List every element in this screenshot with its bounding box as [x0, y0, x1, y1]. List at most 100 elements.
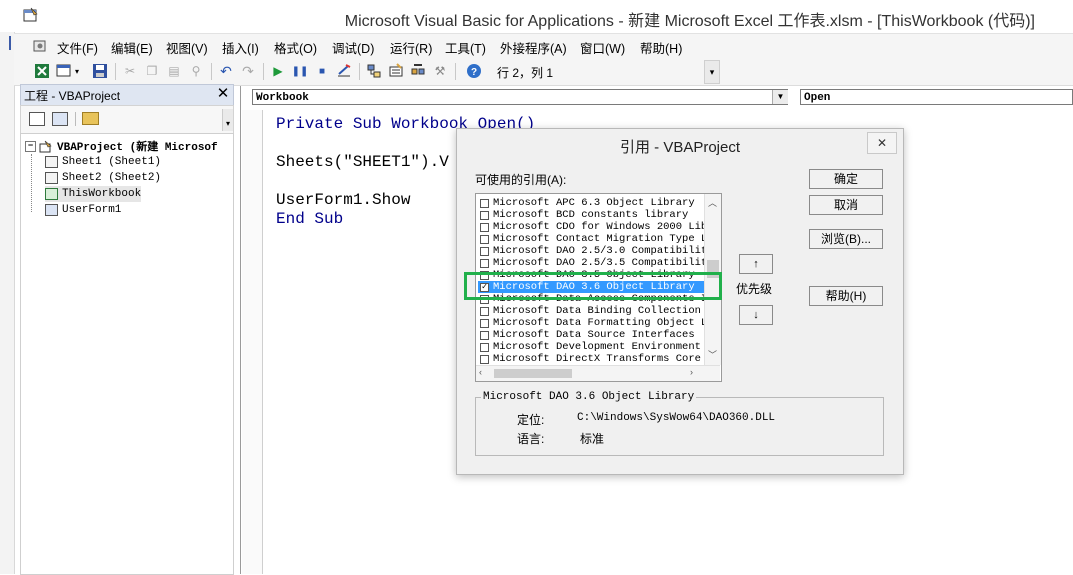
reference-label: Microsoft DirectX Transforms Core T	[493, 353, 704, 365]
cut-icon[interactable]: ✂	[122, 63, 138, 79]
scroll-down-icon[interactable]: ﹀	[708, 348, 717, 361]
view-code-icon[interactable]	[29, 112, 45, 126]
reference-item[interactable]: Microsoft Development Environment 8	[478, 341, 704, 353]
close-icon[interactable]: ✕	[867, 132, 897, 154]
edge-marker	[9, 36, 11, 50]
dropdown-arrow-icon[interactable]: ▾	[73, 63, 81, 79]
worksheet-icon	[45, 156, 58, 168]
checkbox-icon[interactable]	[480, 306, 489, 316]
tree-item-project-root[interactable]: − VBAProject (新建 Microsof	[25, 138, 218, 154]
dialog-title-bar: 引用 - VBAProject ✕	[457, 129, 903, 159]
scroll-left-icon[interactable]: ‹	[479, 367, 482, 377]
code-line[interactable]: End Sub	[276, 210, 343, 228]
reference-item[interactable]: Microsoft Data Formatting Object Li	[478, 317, 704, 329]
break-icon[interactable]: ❚❚	[292, 63, 309, 79]
toolbar-separator	[263, 63, 264, 80]
reference-item[interactable]: Microsoft BCD constants library	[478, 209, 704, 221]
ok-button[interactable]: 确定	[809, 169, 883, 189]
project-explorer-title: 工程 - VBAProject	[24, 89, 121, 103]
priority-down-button[interactable]: ↓	[739, 305, 773, 325]
code-line[interactable]: Sheets("SHEET1").V	[276, 153, 449, 171]
excel-view-icon[interactable]	[34, 63, 50, 79]
procedure-combobox[interactable]: Open	[800, 89, 1073, 105]
object-combobox[interactable]: Workbook	[252, 89, 788, 105]
close-icon[interactable]: ✕	[214, 85, 232, 103]
checkbox-icon[interactable]	[480, 354, 489, 364]
menu-addins[interactable]: 外接程序(A)	[500, 38, 567, 57]
design-mode-icon[interactable]	[336, 63, 352, 79]
properties-window-icon[interactable]	[388, 63, 404, 79]
checkbox-icon[interactable]	[480, 222, 489, 232]
menu-edit[interactable]: 编辑(E)	[111, 38, 153, 57]
chevron-down-icon[interactable]: ▼	[772, 90, 788, 104]
menu-help[interactable]: 帮助(H)	[640, 38, 682, 57]
run-icon[interactable]: ▶	[270, 63, 286, 79]
paste-icon[interactable]: ▤	[166, 63, 182, 79]
reference-item[interactable]: Microsoft DAO 2.5/3.0 Compatibility	[478, 245, 704, 257]
checkbox-icon[interactable]	[480, 342, 489, 352]
reference-item[interactable]: Microsoft Data Source Interfaces	[478, 329, 704, 341]
reference-item[interactable]: Microsoft Contact Migration Type Li	[478, 233, 704, 245]
reference-item[interactable]: Microsoft DAO 2.5/3.5 Compatibility	[478, 257, 704, 269]
undo-icon[interactable]: ↶	[218, 63, 234, 79]
checkbox-icon[interactable]	[480, 258, 489, 268]
checkbox-icon[interactable]	[480, 246, 489, 256]
menu-tools[interactable]: 工具(T)	[445, 38, 486, 57]
tree-item-thisworkbook[interactable]: ThisWorkbook	[45, 186, 142, 202]
browse-button[interactable]: 浏览(B)...	[809, 229, 883, 249]
checkbox-icon[interactable]	[480, 198, 489, 208]
menu-run[interactable]: 运行(R)	[390, 38, 432, 57]
redo-icon[interactable]: ↷	[240, 63, 256, 79]
find-icon[interactable]: ⚲	[188, 63, 204, 79]
insert-userform-icon[interactable]	[56, 63, 72, 79]
scrollbar-thumb[interactable]	[494, 369, 572, 378]
reference-item[interactable]: Microsoft DirectX Transforms Core T	[478, 353, 704, 365]
tree-item-userform1[interactable]: UserForm1	[45, 202, 121, 218]
checkbox-icon[interactable]	[480, 210, 489, 220]
vba-menu-icon[interactable]	[32, 38, 48, 54]
toolbar-overflow-icon[interactable]: ▾	[222, 109, 233, 131]
project-explorer-header: 工程 - VBAProject ✕	[20, 84, 234, 106]
reference-item[interactable]: Microsoft CDO for Windows 2000 Libr	[478, 221, 704, 233]
menu-window[interactable]: 窗口(W)	[580, 38, 625, 57]
reset-icon[interactable]: ■	[314, 63, 330, 79]
help-icon[interactable]: ?	[466, 63, 482, 79]
view-object-icon[interactable]	[52, 112, 68, 126]
tree-item-sheet2[interactable]: Sheet2 (Sheet2)	[45, 170, 161, 186]
toolbar-separator	[115, 63, 116, 80]
worksheet-icon	[45, 172, 58, 184]
menu-file[interactable]: 文件(F)	[57, 38, 98, 57]
copy-icon[interactable]: ❐	[144, 63, 160, 79]
checkbox-icon[interactable]	[480, 234, 489, 244]
code-line[interactable]: UserForm1.Show	[276, 191, 410, 209]
horizontal-scrollbar[interactable]: ‹ ›	[476, 365, 720, 381]
project-tree: − VBAProject (新建 Microsof Sheet1 (Sheet1…	[20, 133, 234, 575]
priority-up-button[interactable]: ↑	[739, 254, 773, 274]
object-browser-icon[interactable]	[410, 63, 426, 79]
menu-format[interactable]: 格式(O)	[274, 38, 317, 57]
save-icon[interactable]	[92, 63, 108, 79]
help-button[interactable]: 帮助(H)	[809, 286, 883, 306]
project-explorer-icon[interactable]	[366, 63, 382, 79]
highlight-box	[464, 272, 722, 300]
window-title: Microsoft Visual Basic for Applications …	[344, 13, 1035, 30]
reference-item[interactable]: Microsoft Data Binding Collection V	[478, 305, 704, 317]
scroll-up-icon[interactable]: ︿	[708, 196, 717, 209]
checkbox-icon[interactable]	[480, 318, 489, 328]
toolbox-icon[interactable]: ⚒	[432, 63, 448, 79]
toggle-folders-icon[interactable]	[82, 112, 99, 125]
menu-insert[interactable]: 插入(I)	[222, 38, 259, 57]
workbook-icon	[45, 188, 58, 200]
tree-item-label: Sheet1 (Sheet1)	[62, 156, 162, 168]
tree-item-label: VBAProject (新建 Microsof	[57, 142, 218, 154]
reference-item[interactable]: Microsoft APC 6.3 Object Library	[478, 197, 704, 209]
scroll-right-icon[interactable]: ›	[690, 367, 693, 377]
available-references-label: 可使用的引用(A):	[475, 173, 567, 187]
tree-item-sheet1[interactable]: Sheet1 (Sheet1)	[45, 154, 161, 170]
checkbox-icon[interactable]	[480, 330, 489, 340]
collapse-icon[interactable]: −	[25, 140, 36, 152]
cancel-button[interactable]: 取消	[809, 195, 883, 215]
menu-view[interactable]: 视图(V)	[166, 38, 208, 57]
toolbar-overflow-icon[interactable]: ▾	[704, 60, 720, 84]
menu-debug[interactable]: 调试(D)	[332, 38, 374, 57]
